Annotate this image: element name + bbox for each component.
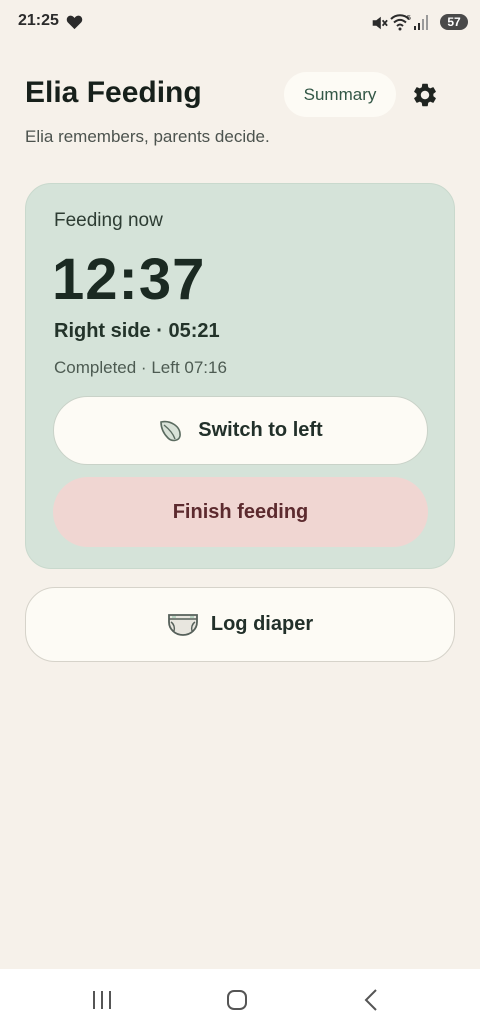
mute-icon — [372, 16, 388, 30]
finish-feeding-label: Finish feeding — [172, 500, 309, 523]
status-time: 21:25 — [18, 12, 59, 29]
summary-button[interactable]: Summary — [284, 72, 396, 117]
wifi-icon: 5 — [390, 14, 411, 31]
switch-side-button[interactable]: Switch to left — [53, 396, 428, 465]
gear-icon[interactable] — [411, 81, 439, 109]
home-icon[interactable] — [226, 989, 248, 1011]
battery-indicator: 57 — [440, 14, 468, 30]
feeding-card: Feeding now 12:37 Right side · 05:21 Com… — [25, 183, 455, 569]
back-icon[interactable] — [364, 988, 378, 1012]
signal-icon — [414, 15, 428, 30]
system-nav-bar — [0, 969, 480, 1029]
current-side-text: Right side · 05:21 — [54, 320, 220, 342]
switch-side-label: Switch to left — [198, 419, 323, 441]
tagline: Elia remembers, parents decide. — [25, 127, 270, 146]
recents-icon[interactable] — [90, 991, 114, 1009]
finish-feeding-button[interactable]: Finish feeding — [53, 477, 428, 547]
page-title: Elia Feeding — [25, 76, 202, 109]
heart-icon — [66, 15, 83, 30]
screen: 21:25 5 57 Elia Feeding Summary Elia rem… — [0, 0, 480, 1029]
log-diaper-button[interactable]: Log diaper — [25, 587, 455, 662]
leaf-icon — [160, 420, 182, 441]
completed-side-text: Completed · Left 07:16 — [54, 358, 227, 377]
status-icons: 5 57 — [348, 12, 468, 34]
diaper-icon — [167, 613, 198, 636]
log-diaper-label: Log diaper — [210, 613, 314, 635]
feeding-timer: 12:37 — [52, 247, 206, 312]
status-bar: 21:25 5 57 — [0, 0, 480, 46]
feeding-status-label: Feeding now — [54, 210, 163, 231]
svg-text:5: 5 — [407, 15, 411, 22]
